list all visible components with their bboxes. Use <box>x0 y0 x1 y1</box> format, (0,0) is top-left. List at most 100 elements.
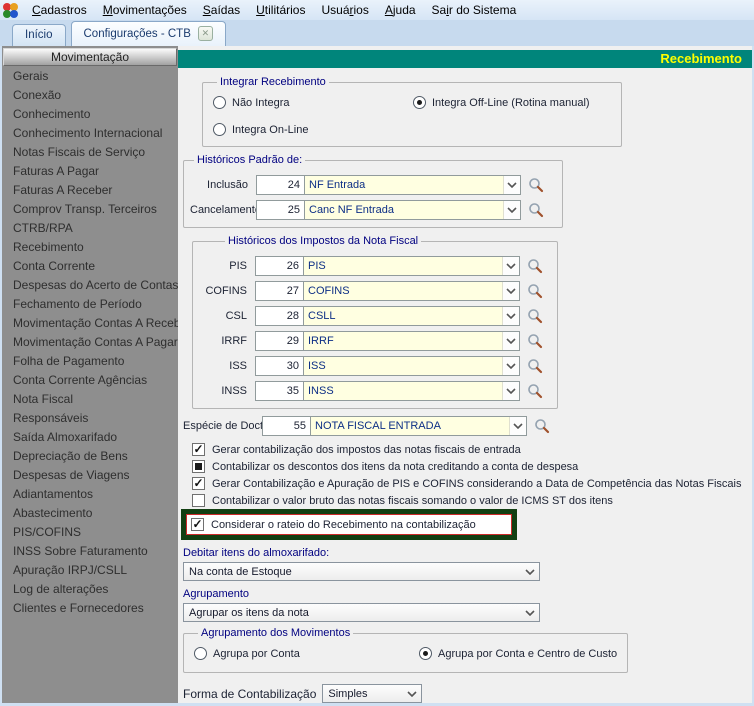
check-gerar-apuracao-pis-cofins[interactable]: Gerar Contabilização e Apuração de PIS e… <box>192 475 752 492</box>
menu-movimentacoes[interactable]: Movimentações <box>95 1 195 19</box>
sidebar-item-inss-sobre-faturamento[interactable]: INSS Sobre Faturamento <box>2 542 178 561</box>
sidebar-item-conexao[interactable]: Conexão <box>2 86 178 105</box>
checkbox-icon[interactable] <box>191 518 204 531</box>
sidebar-item-gerais[interactable]: Gerais <box>2 67 178 86</box>
sidebar-item-fechamento-periodo[interactable]: Fechamento de Período <box>2 295 178 314</box>
sidebar-item-conta-corrente-agencias[interactable]: Conta Corrente Agências <box>2 371 178 390</box>
sidebar-item-conhecimento[interactable]: Conhecimento <box>2 105 178 124</box>
check-gerar-contabilizacao-impostos[interactable]: Gerar contabilização dos impostos das no… <box>192 441 752 458</box>
cofins-combo[interactable]: COFINS <box>304 281 520 301</box>
check-contabilizar-valor-bruto[interactable]: Contabilizar o valor bruto das notas fis… <box>192 492 752 509</box>
cofins-code-input[interactable]: 27 <box>255 281 304 301</box>
search-icon[interactable] <box>527 258 543 274</box>
menu-sair-do-sistema[interactable]: Sair do Sistema <box>424 1 525 19</box>
sidebar-item-log-alteracoes[interactable]: Log de alterações <box>2 580 178 599</box>
chevron-down-icon[interactable] <box>502 332 519 350</box>
check-considerar-rateio-recebimento[interactable]: Considerar o rateio do Recebimento na co… <box>191 516 509 533</box>
search-icon[interactable] <box>534 418 550 434</box>
radio-agrupa-conta-circle[interactable] <box>194 647 207 660</box>
sidebar-item-mov-contas-a-receber[interactable]: Movimentação Contas A Receber <box>2 314 191 333</box>
tab-inicio[interactable]: Início <box>12 24 66 46</box>
chevron-down-icon[interactable] <box>503 176 520 194</box>
sidebar-item-responsaveis[interactable]: Responsáveis <box>2 409 178 428</box>
irrf-code-input[interactable]: 29 <box>255 331 304 351</box>
radio-nao-integra[interactable]: Não Integra <box>213 96 413 109</box>
sidebar-item-nota-fiscal[interactable]: Nota Fiscal <box>2 390 178 409</box>
sidebar-item-pis-cofins[interactable]: PIS/COFINS <box>2 523 178 542</box>
radio-integra-online-circle[interactable] <box>213 123 226 136</box>
sidebar-item-comprov-transp-terceiros[interactable]: Comprov Transp. Terceiros <box>2 200 178 219</box>
irrf-combo[interactable]: IRRF <box>304 331 520 351</box>
sidebar-item-adiantamentos[interactable]: Adiantamentos <box>2 485 178 504</box>
menu-cadastros[interactable]: Cadastros <box>24 1 95 19</box>
iss-code-input[interactable]: 30 <box>255 356 304 376</box>
chevron-down-icon[interactable] <box>503 201 520 219</box>
iss-combo[interactable]: ISS <box>304 356 520 376</box>
search-icon[interactable] <box>527 308 543 324</box>
tab-close-icon[interactable]: ✕ <box>197 26 213 41</box>
sidebar-item-recebimento[interactable]: Recebimento <box>2 238 178 257</box>
sidebar-item-conta-corrente[interactable]: Conta Corrente <box>2 257 178 276</box>
menu-ajuda[interactable]: Ajuda <box>377 1 424 19</box>
checkbox-icon[interactable] <box>192 443 205 456</box>
search-icon[interactable] <box>527 383 543 399</box>
chevron-down-icon[interactable] <box>502 282 519 300</box>
especie-code-input[interactable]: 55 <box>262 416 311 436</box>
sidebar-item-despesas-acerto-contas[interactable]: Despesas do Acerto de Contas <box>2 276 178 295</box>
inclusao-combo[interactable]: NF Entrada <box>305 175 521 195</box>
sidebar-item-depreciacao-bens[interactable]: Depreciação de Bens <box>2 447 178 466</box>
inclusao-code-input[interactable]: 24 <box>256 175 305 195</box>
chevron-down-icon[interactable] <box>502 257 519 275</box>
search-icon[interactable] <box>527 333 543 349</box>
sidebar-item-faturas-a-pagar[interactable]: Faturas A Pagar <box>2 162 178 181</box>
sidebar-item-clientes-fornecedores[interactable]: Clientes e Fornecedores <box>2 599 178 618</box>
sidebar-item-ctrb-rpa[interactable]: CTRB/RPA <box>2 219 178 238</box>
radio-integra-online[interactable]: Integra On-Line <box>213 123 413 136</box>
inss-combo[interactable]: INSS <box>304 381 520 401</box>
debitar-select[interactable]: Na conta de Estoque <box>183 562 540 581</box>
radio-agrupa-conta-centro-custo[interactable]: Agrupa por Conta e Centro de Custo <box>419 647 617 660</box>
radio-integra-offline-circle[interactable] <box>413 96 426 109</box>
radio-integra-offline[interactable]: Integra Off-Line (Rotina manual) <box>413 96 611 109</box>
menu-usuarios[interactable]: Usuários <box>313 1 376 19</box>
search-icon[interactable] <box>527 283 543 299</box>
pis-code-input[interactable]: 26 <box>255 256 304 276</box>
radio-agrupa-centro-circle[interactable] <box>419 647 432 660</box>
sidebar-item-folha-pagamento[interactable]: Folha de Pagamento <box>2 352 178 371</box>
menu-saidas[interactable]: Saídas <box>195 1 248 19</box>
pis-combo[interactable]: PIS <box>304 256 520 276</box>
csl-code-input[interactable]: 28 <box>255 306 304 326</box>
chevron-down-icon[interactable] <box>502 357 519 375</box>
sidebar-item-faturas-a-receber[interactable]: Faturas A Receber <box>2 181 178 200</box>
sidebar-item-despesas-viagens[interactable]: Despesas de Viagens <box>2 466 178 485</box>
checkbox-icon[interactable] <box>192 477 205 490</box>
chevron-down-icon[interactable] <box>521 609 539 616</box>
search-icon[interactable] <box>528 177 544 193</box>
menu-utilitarios[interactable]: Utilitários <box>248 1 313 19</box>
chevron-down-icon[interactable] <box>521 568 539 575</box>
sidebar-item-mov-contas-a-pagar[interactable]: Movimentação Contas A Pagar <box>2 333 178 352</box>
especie-combo[interactable]: NOTA FISCAL ENTRADA <box>311 416 527 436</box>
radio-nao-integra-circle[interactable] <box>213 96 226 109</box>
tab-configuracoes-ctb[interactable]: Configurações - CTB ✕ <box>70 21 226 46</box>
sidebar-item-conhecimento-internacional[interactable]: Conhecimento Internacional <box>2 124 178 143</box>
checkbox-icon[interactable] <box>192 494 205 507</box>
search-icon[interactable] <box>527 358 543 374</box>
chevron-down-icon[interactable] <box>403 690 421 697</box>
inss-code-input[interactable]: 35 <box>255 381 304 401</box>
chevron-down-icon[interactable] <box>509 417 526 435</box>
cancelamento-combo[interactable]: Canc NF Entrada <box>305 200 521 220</box>
sidebar-item-abastecimento[interactable]: Abastecimento <box>2 504 178 523</box>
check-contabilizar-descontos[interactable]: Contabilizar os descontos dos itens da n… <box>192 458 752 475</box>
sidebar-item-saida-almoxarifado[interactable]: Saída Almoxarifado <box>2 428 178 447</box>
sidebar-item-notas-fiscais-servico[interactable]: Notas Fiscais de Serviço <box>2 143 178 162</box>
csl-combo[interactable]: CSLL <box>304 306 520 326</box>
agrupamento-select[interactable]: Agrupar os itens da nota <box>183 603 540 622</box>
checkbox-icon[interactable] <box>192 460 205 473</box>
forma-select[interactable]: Simples <box>322 684 423 703</box>
radio-agrupa-por-conta[interactable]: Agrupa por Conta <box>194 647 419 660</box>
search-icon[interactable] <box>528 202 544 218</box>
cancelamento-code-input[interactable]: 25 <box>256 200 305 220</box>
chevron-down-icon[interactable] <box>502 382 519 400</box>
sidebar-item-apuracao-irpj-csll[interactable]: Apuração IRPJ/CSLL <box>2 561 178 580</box>
